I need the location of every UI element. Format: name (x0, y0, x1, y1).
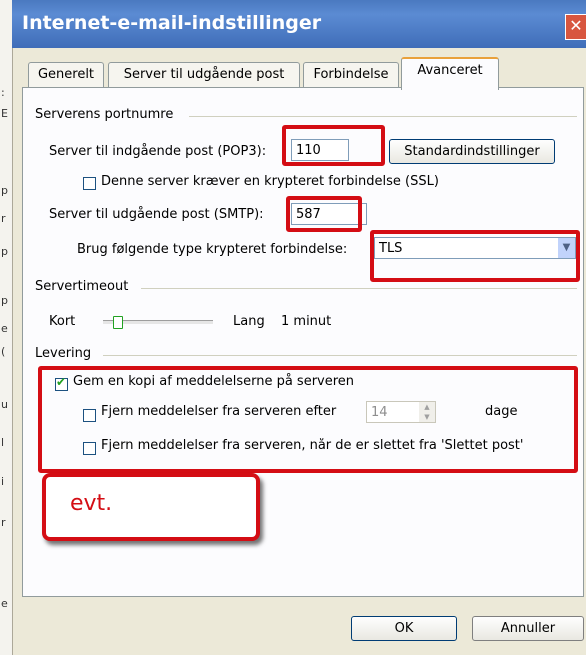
close-button[interactable]: ✕ (565, 14, 586, 40)
outgoing-port-field[interactable]: 587 (291, 203, 367, 225)
group-divider (189, 116, 577, 117)
slider-thumb[interactable] (113, 316, 123, 329)
default-settings-button[interactable]: Standardindstillinger (389, 139, 555, 164)
window-title: Internet-e-mail-indstillinger (22, 12, 322, 34)
incoming-port-field[interactable]: 110 (291, 139, 349, 161)
strip-char: ( (1, 345, 6, 358)
encryption-type-select[interactable]: TLS ▼ (374, 237, 576, 259)
strip-char: p (1, 245, 8, 258)
incoming-server-label: Server til indgående post (POP3): (49, 144, 267, 159)
cancel-button[interactable]: Annuller (472, 616, 584, 641)
strip-char: l (1, 436, 5, 449)
annotation-text: evt. (70, 491, 113, 516)
tab-connection[interactable]: Forbindelse (303, 62, 399, 87)
encryption-type-label: Brug følgende type krypteret forbindelse… (77, 242, 348, 257)
strip-char: : (1, 86, 5, 99)
strip-char: u (1, 398, 8, 411)
tab-generelt[interactable]: Generelt (28, 62, 104, 87)
strip-char: r (1, 212, 6, 225)
tab-outgoing-server[interactable]: Server til udgående post (108, 62, 300, 87)
strip-char: E (1, 107, 8, 120)
strip-char: i (1, 475, 5, 488)
group-label-delivery: Levering (35, 346, 92, 361)
group-divider (103, 355, 577, 356)
timeout-long-label: Lang (233, 314, 265, 329)
ssl-checkbox[interactable] (83, 177, 96, 190)
stepper-up-icon[interactable]: ▲ (419, 402, 435, 412)
encryption-type-value: TLS (379, 241, 403, 256)
chevron-down-icon[interactable]: ▼ (558, 238, 575, 258)
strip-char: e (1, 597, 8, 610)
background-window-strip: : E p r p p e ( u l i r e (0, 0, 13, 655)
outgoing-server-label: Server til udgående post (SMTP): (49, 207, 264, 222)
ssl-checkbox-label: Denne server kræver en krypteret forbind… (101, 174, 439, 189)
group-label-ports: Serverens portnumre (35, 107, 174, 122)
days-label: dage (485, 404, 518, 419)
timeout-value: 1 minut (281, 314, 332, 329)
tab-advanced[interactable]: Avanceret (401, 57, 499, 90)
strip-char: r (1, 516, 6, 529)
strip-char: e (1, 322, 8, 335)
stepper-down-icon[interactable]: ▼ (419, 412, 435, 422)
ok-button[interactable]: OK (351, 616, 457, 641)
title-bar: Internet-e-mail-indstillinger ✕ (12, 0, 586, 48)
strip-char: p (1, 184, 8, 197)
days-value: 14 (371, 405, 388, 420)
annotation-callout: evt. (42, 473, 260, 541)
timeout-short-label: Kort (49, 314, 76, 329)
group-divider (141, 288, 577, 289)
strip-char: p (1, 294, 8, 307)
remove-after-checkbox[interactable] (83, 409, 96, 422)
remove-deleted-checkbox[interactable] (83, 442, 96, 455)
days-stepper[interactable]: 14 ▲ ▼ (366, 401, 436, 423)
remove-deleted-label: Fjern meddelelser fra serveren, når de e… (101, 438, 524, 453)
group-label-timeout: Servertimeout (35, 279, 129, 294)
timeout-slider[interactable] (103, 316, 213, 330)
keep-copy-checkbox[interactable] (55, 375, 68, 391)
keep-copy-label: Gem en kopi af meddelelserne på serveren (73, 374, 355, 389)
remove-after-label: Fjern meddelelser fra serveren efter (101, 404, 337, 419)
